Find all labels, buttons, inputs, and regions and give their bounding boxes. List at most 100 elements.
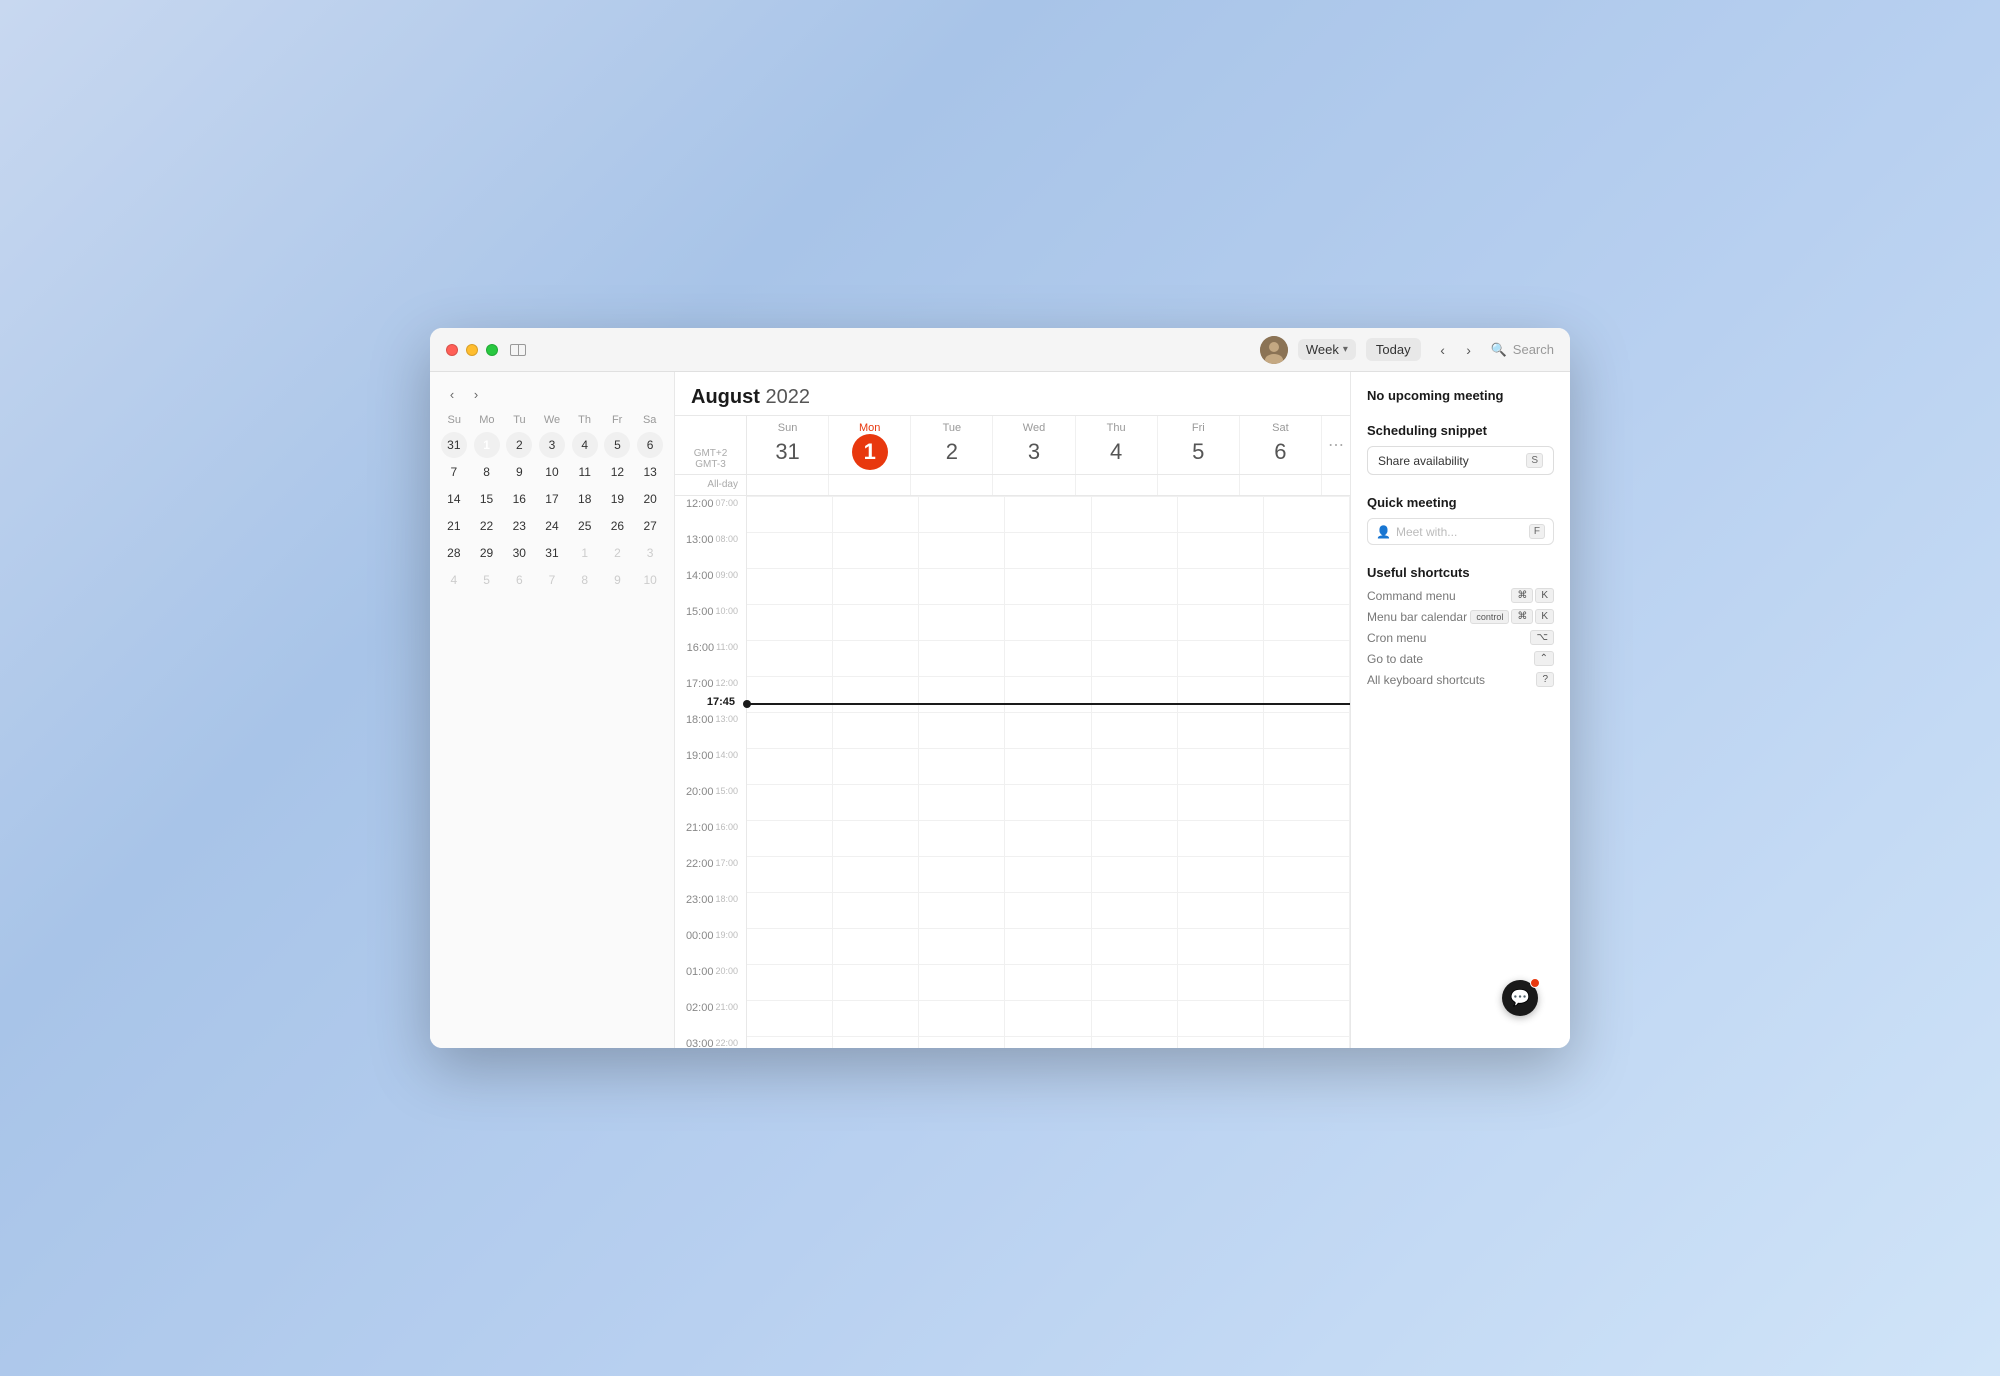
mini-cal-cell[interactable]: 22 <box>474 513 500 539</box>
day-col-mon[interactable]: Mon 1 <box>829 416 911 474</box>
hour-cell[interactable] <box>1092 1000 1177 1036</box>
hour-cell[interactable] <box>747 568 832 604</box>
mini-cal-cell[interactable]: 4 <box>572 432 598 458</box>
mini-cal-cell[interactable]: 23 <box>506 513 532 539</box>
hour-cell[interactable] <box>833 892 918 928</box>
hour-cell[interactable] <box>1005 748 1090 784</box>
all-day-sun[interactable] <box>747 475 829 495</box>
hour-cell[interactable] <box>833 1000 918 1036</box>
hour-cell[interactable] <box>919 1036 1004 1048</box>
hour-cell[interactable] <box>833 712 918 748</box>
mini-cal-cell[interactable]: 3 <box>539 432 565 458</box>
hour-cell[interactable] <box>919 856 1004 892</box>
hour-cell[interactable] <box>1264 928 1349 964</box>
mini-cal-cell[interactable]: 25 <box>572 513 598 539</box>
week-selector[interactable]: Week ▾ <box>1298 339 1356 360</box>
hour-cell[interactable] <box>747 856 832 892</box>
split-view-icon[interactable] <box>510 344 526 356</box>
mini-cal-cell[interactable]: 15 <box>474 486 500 512</box>
mini-cal-cell[interactable]: 19 <box>604 486 630 512</box>
hour-cell[interactable] <box>833 928 918 964</box>
maximize-button[interactable] <box>486 344 498 356</box>
mini-cal-cell[interactable]: 13 <box>637 459 663 485</box>
mini-cal-cell[interactable]: 24 <box>539 513 565 539</box>
hour-cell[interactable] <box>747 676 832 712</box>
hour-cell[interactable] <box>833 532 918 568</box>
hour-cell[interactable] <box>1005 928 1090 964</box>
mini-cal-cell[interactable]: 9 <box>506 459 532 485</box>
hour-cell[interactable] <box>833 784 918 820</box>
hour-cell[interactable] <box>1178 784 1263 820</box>
hour-cell[interactable] <box>1005 676 1090 712</box>
hour-cell[interactable] <box>1005 1000 1090 1036</box>
hour-cell[interactable] <box>1178 712 1263 748</box>
avatar[interactable] <box>1260 336 1288 364</box>
mini-cal-cell[interactable]: 7 <box>441 459 467 485</box>
hour-cell[interactable] <box>1264 640 1349 676</box>
hour-cell[interactable] <box>1005 1036 1090 1048</box>
mini-cal-cell[interactable]: 8 <box>474 459 500 485</box>
hour-cell[interactable] <box>833 568 918 604</box>
hour-cell[interactable] <box>747 784 832 820</box>
mini-cal-cell[interactable]: 30 <box>506 540 532 566</box>
hour-cell[interactable] <box>1264 568 1349 604</box>
hour-cell[interactable] <box>1005 568 1090 604</box>
day-col-grid-mon[interactable] <box>833 496 919 1048</box>
today-button[interactable]: Today <box>1366 338 1421 361</box>
mini-cal-cell[interactable]: 5 <box>474 567 500 593</box>
day-col-grid-sat[interactable] <box>1264 496 1350 1048</box>
mini-cal-cell[interactable]: 17 <box>539 486 565 512</box>
day-col-tue[interactable]: Tue 2 <box>911 416 993 474</box>
hour-cell[interactable] <box>1264 856 1349 892</box>
mini-cal-cell[interactable]: 1 <box>474 432 500 458</box>
hour-cell[interactable] <box>1092 1036 1177 1048</box>
mini-cal-cell[interactable]: 5 <box>604 432 630 458</box>
hour-cell[interactable] <box>1005 820 1090 856</box>
col-options-icon[interactable]: ⋯ <box>1322 416 1350 474</box>
hour-cell[interactable] <box>1264 784 1349 820</box>
hour-cell[interactable] <box>1092 676 1177 712</box>
hour-cell[interactable] <box>1264 604 1349 640</box>
hour-cell[interactable] <box>919 676 1004 712</box>
hour-cell[interactable] <box>833 964 918 1000</box>
hour-cell[interactable] <box>1264 892 1349 928</box>
day-col-sat[interactable]: Sat 6 <box>1240 416 1322 474</box>
hour-cell[interactable] <box>1005 784 1090 820</box>
hour-cell[interactable] <box>747 712 832 748</box>
day-col-sun[interactable]: Sun 31 <box>747 416 829 474</box>
hour-cell[interactable] <box>833 1036 918 1048</box>
day-col-thu[interactable]: Thu 4 <box>1076 416 1158 474</box>
hour-cell[interactable] <box>833 820 918 856</box>
hour-cell[interactable] <box>747 532 832 568</box>
hour-cell[interactable] <box>1005 964 1090 1000</box>
mini-cal-cell[interactable]: 10 <box>637 567 663 593</box>
hour-cell[interactable] <box>1178 568 1263 604</box>
chat-button[interactable]: 💬 <box>1502 980 1538 1016</box>
hour-cell[interactable] <box>747 820 832 856</box>
all-day-thu[interactable] <box>1076 475 1158 495</box>
mini-cal-cell[interactable]: 31 <box>441 432 467 458</box>
hour-cell[interactable] <box>747 604 832 640</box>
mini-cal-cell[interactable]: 18 <box>572 486 598 512</box>
hour-cell[interactable] <box>1264 532 1349 568</box>
day-col-grid-thu[interactable] <box>1092 496 1178 1048</box>
mini-cal-cell[interactable]: 31 <box>539 540 565 566</box>
search-bar[interactable]: 🔍 Search <box>1491 342 1554 358</box>
hour-cell[interactable] <box>1092 640 1177 676</box>
mini-cal-cell[interactable]: 29 <box>474 540 500 566</box>
day-col-wed[interactable]: Wed 3 <box>993 416 1075 474</box>
hour-cell[interactable] <box>747 1036 832 1048</box>
mini-cal-cell[interactable]: 9 <box>604 567 630 593</box>
hour-cell[interactable] <box>1178 892 1263 928</box>
hour-cell[interactable] <box>1092 532 1177 568</box>
mini-cal-cell[interactable]: 7 <box>539 567 565 593</box>
hour-cell[interactable] <box>1005 892 1090 928</box>
mini-cal-cell[interactable]: 12 <box>604 459 630 485</box>
hour-cell[interactable] <box>833 640 918 676</box>
hour-cell[interactable] <box>1005 856 1090 892</box>
mini-cal-cell[interactable]: 21 <box>441 513 467 539</box>
hour-cell[interactable] <box>1005 604 1090 640</box>
hour-cell[interactable] <box>1178 532 1263 568</box>
mini-cal-next[interactable]: › <box>466 384 486 404</box>
prev-week-button[interactable]: ‹ <box>1431 338 1455 362</box>
